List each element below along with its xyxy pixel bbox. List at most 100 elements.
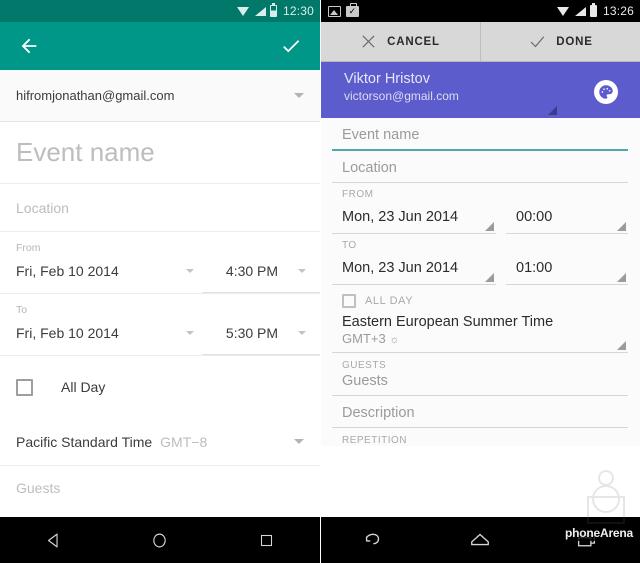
all-day-label: All Day — [61, 379, 105, 395]
to-row: To Fri, Feb 10 2014 5:30 PM — [0, 294, 320, 356]
status-bar-left: 12:30 — [0, 0, 320, 22]
guests-input[interactable]: Guests — [0, 466, 320, 510]
from-row: From Fri, Feb 10 2014 4:30 PM — [0, 232, 320, 294]
chevron-down-icon — [298, 331, 306, 335]
status-bar-right: ✓ 13:26 — [320, 0, 640, 22]
status-bar-clock: 13:26 — [603, 4, 634, 18]
account-dropdown-indicator[interactable] — [548, 106, 557, 115]
to-date-spinner[interactable]: Mon, 23 Jun 2014 — [332, 252, 496, 285]
navigation-bar-left — [0, 517, 320, 563]
chevron-down-icon — [294, 439, 304, 444]
all-day-label: ALL DAY — [365, 295, 413, 307]
to-label: To — [16, 304, 27, 316]
event-name-placeholder: Event name — [342, 127, 618, 143]
from-label: FROM — [342, 189, 618, 200]
photo-icon — [328, 6, 341, 17]
guests-value: Guests — [342, 373, 618, 389]
event-form-holo: Event name Location FROM Mon, 23 Jun 201… — [320, 118, 640, 446]
to-label: TO — [342, 240, 618, 251]
color-palette-icon[interactable] — [594, 80, 618, 104]
status-bar-clock: 12:30 — [283, 4, 314, 18]
home-circle-icon[interactable] — [135, 525, 185, 555]
cancel-label: CANCEL — [387, 36, 440, 48]
back-triangle-icon[interactable] — [28, 525, 78, 555]
from-time-spinner[interactable]: 00:00 — [506, 201, 628, 234]
check-icon — [528, 33, 546, 51]
guests-label: GUESTS — [342, 360, 618, 371]
to-date-value: Mon, 23 Jun 2014 — [342, 260, 458, 276]
recents-square-icon[interactable] — [242, 525, 292, 555]
check-icon[interactable] — [276, 31, 306, 61]
close-x-icon — [360, 33, 377, 50]
from-time-value: 00:00 — [516, 209, 552, 225]
wifi-icon — [557, 6, 570, 17]
back-arrow-icon[interactable] — [348, 525, 398, 555]
account-header[interactable]: Viktor Hristov victorson@gmail.com — [320, 62, 640, 118]
cancel-button[interactable]: CANCEL — [320, 22, 480, 61]
event-name-placeholder: Event name — [16, 137, 155, 168]
left-phone-material-calendar: 12:30 hifromjonathan@gmail.com Event nam… — [0, 0, 320, 563]
chevron-down-icon — [186, 269, 194, 273]
recents-windows-icon[interactable] — [562, 525, 612, 555]
app-bar — [0, 22, 320, 70]
to-label-wrap: TO — [332, 234, 628, 251]
dual-phone-comparison: 12:30 hifromjonathan@gmail.com Event nam… — [0, 0, 640, 563]
phone-divider — [320, 0, 321, 563]
timezone-selector[interactable]: Eastern European Summer Time GMT+3 ☼ — [332, 312, 628, 353]
all-day-row[interactable]: ALL DAY — [332, 285, 628, 312]
location-input[interactable]: Location — [0, 184, 320, 232]
signal-icon — [574, 6, 586, 17]
timezone-name: Eastern European Summer Time — [342, 314, 618, 330]
timezone-offset: GMT−8 — [160, 434, 294, 450]
to-time-spinner[interactable]: 01:00 — [506, 252, 628, 285]
event-name-input[interactable]: Event name — [332, 118, 628, 151]
home-pentagon-icon[interactable] — [455, 525, 505, 555]
guests-label-wrap: GUESTS — [332, 353, 628, 371]
from-date-spinner[interactable]: Mon, 23 Jun 2014 — [332, 201, 496, 234]
from-label: From — [16, 242, 41, 254]
all-day-row[interactable]: All Day — [0, 356, 320, 418]
location-placeholder: Location — [342, 160, 618, 176]
from-date-value: Mon, 23 Jun 2014 — [342, 209, 458, 225]
back-arrow-icon[interactable] — [14, 31, 44, 61]
wifi-icon — [237, 6, 250, 17]
timezone-offset: GMT+3 — [342, 331, 386, 346]
done-label: DONE — [556, 36, 592, 48]
sun-icon: ☼ — [389, 334, 399, 346]
from-row: Mon, 23 Jun 2014 00:00 — [332, 201, 628, 234]
chevron-down-icon — [186, 331, 194, 335]
to-row: Mon, 23 Jun 2014 01:00 — [332, 252, 628, 285]
event-form-material: hifromjonathan@gmail.com Event name Loca… — [0, 70, 320, 563]
location-input[interactable]: Location — [332, 151, 628, 183]
to-date-value: Fri, Feb 10 2014 — [16, 325, 186, 341]
from-time-picker[interactable]: 4:30 PM — [202, 263, 320, 293]
to-time-picker[interactable]: 5:30 PM — [202, 325, 320, 355]
action-bar: CANCEL DONE — [320, 22, 640, 62]
account-email: hifromjonathan@gmail.com — [16, 88, 294, 103]
to-time-value: 5:30 PM — [206, 325, 298, 341]
to-date-picker[interactable]: Fri, Feb 10 2014 — [0, 325, 202, 355]
account-name: Viktor Hristov — [344, 70, 594, 88]
description-input[interactable]: Description — [332, 396, 628, 428]
from-time-value: 4:30 PM — [206, 263, 298, 279]
account-selector[interactable]: hifromjonathan@gmail.com — [0, 70, 320, 122]
to-time-value: 01:00 — [516, 260, 552, 276]
timezone-selector[interactable]: Pacific Standard Time GMT−8 — [0, 418, 320, 466]
timezone-name: Pacific Standard Time — [16, 434, 152, 450]
all-day-checkbox[interactable] — [16, 379, 33, 396]
location-placeholder: Location — [16, 200, 69, 216]
guests-input[interactable]: Guests — [332, 372, 628, 396]
event-name-input[interactable]: Event name — [0, 122, 320, 184]
repetition-label: REPETITION — [342, 435, 618, 446]
battery-icon — [590, 5, 597, 17]
all-day-checkbox[interactable] — [342, 294, 356, 308]
battery-icon — [270, 5, 277, 17]
right-phone-holo-calendar: ✓ 13:26 CANCEL DONE Viktor Hristov — [320, 0, 640, 563]
chevron-down-icon — [298, 269, 306, 273]
repetition-label-wrap: REPETITION — [332, 428, 628, 446]
done-button[interactable]: DONE — [480, 22, 640, 61]
signal-icon — [254, 6, 266, 17]
description-placeholder: Description — [342, 405, 618, 421]
from-date-picker[interactable]: Fri, Feb 10 2014 — [0, 263, 202, 293]
from-label-wrap: FROM — [332, 183, 628, 200]
